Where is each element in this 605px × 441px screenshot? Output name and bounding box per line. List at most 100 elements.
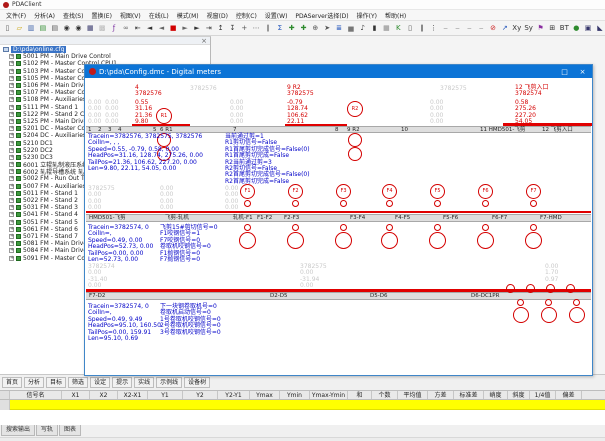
column-header[interactable]: Ymax: [250, 391, 280, 399]
menu-item[interactable]: 设置(W): [261, 11, 292, 20]
menu-item[interactable]: 模式(M): [173, 11, 203, 20]
bar-icon[interactable]: ▮: [369, 22, 380, 34]
k-chart-icon[interactable]: K: [393, 22, 404, 34]
pause-icon[interactable]: ∥: [417, 22, 428, 34]
disk2-icon[interactable]: ▣: [583, 22, 594, 34]
expand-icon[interactable]: +: [9, 169, 14, 174]
page-down-icon[interactable]: ↧: [227, 22, 238, 34]
expand-icon[interactable]: +: [9, 220, 14, 225]
menu-item[interactable]: 操作(Y): [353, 11, 381, 20]
tree-item[interactable]: + 5001 PM - Main Drive Control: [2, 53, 210, 60]
expand-icon[interactable]: +: [9, 133, 14, 138]
expand-icon[interactable]: +: [9, 234, 14, 239]
page-up-icon[interactable]: ↥: [215, 22, 226, 34]
hline3-icon[interactable]: ‒: [464, 22, 475, 34]
expand-icon[interactable]: +: [9, 83, 14, 88]
last-frame-icon[interactable]: ⇥: [203, 22, 214, 34]
find-next-icon[interactable]: ◉: [73, 22, 84, 34]
expand-icon[interactable]: +: [9, 112, 14, 117]
expand-icon[interactable]: +: [9, 227, 14, 232]
open-icon[interactable]: ▱: [14, 22, 25, 34]
menu-item[interactable]: 视窗(D): [203, 11, 232, 20]
menu-item[interactable]: 视图(V): [116, 11, 145, 20]
save-icon[interactable]: ▥: [26, 22, 37, 34]
column-header[interactable]: 标准差: [454, 391, 484, 399]
expand-icon[interactable]: +: [9, 90, 14, 95]
analysis-tab[interactable]: 实线: [134, 377, 154, 388]
menu-item[interactable]: 分析(A): [30, 11, 59, 20]
column-header[interactable]: Y2: [183, 391, 218, 399]
column-header[interactable]: 1/4值: [530, 391, 556, 399]
marker-icon[interactable]: ✚: [286, 22, 297, 34]
expand-icon[interactable]: +: [9, 61, 14, 66]
close-icon[interactable]: ×: [201, 37, 207, 45]
column-header[interactable]: 峭度: [484, 391, 508, 399]
link-icon[interactable]: ∞: [120, 22, 131, 34]
analysis-tab[interactable]: 示例线: [156, 377, 182, 388]
next-frame-icon[interactable]: ►: [180, 22, 191, 34]
hline4-icon[interactable]: ‒: [476, 22, 487, 34]
fast-rewind-icon[interactable]: ◄: [144, 22, 155, 34]
expand-icon[interactable]: +: [9, 76, 14, 81]
expand-icon[interactable]: +: [9, 54, 14, 59]
column-header[interactable]: Y2-Y1: [218, 391, 250, 399]
digital-meters-titlebar[interactable]: D:\pda\Config.dmc - Digital meters □ ×: [85, 65, 592, 78]
crosshair-icon[interactable]: +: [239, 22, 250, 34]
output-tab[interactable]: 搜索输出: [1, 425, 35, 436]
export-icon[interactable]: ▤: [38, 22, 49, 34]
dashed-line-icon[interactable]: ⋯: [251, 22, 262, 34]
new-icon[interactable]: ▯: [2, 22, 13, 34]
column-header[interactable]: 信号名: [10, 391, 62, 399]
column-header[interactable]: Ymax-Ymin: [310, 391, 348, 399]
expand-icon[interactable]: +: [9, 105, 14, 110]
column-header[interactable]: 个数: [372, 391, 398, 399]
sy-icon[interactable]: Sy: [523, 22, 534, 34]
note-icon[interactable]: ♪: [357, 22, 368, 34]
row-selector-cell[interactable]: [0, 400, 10, 410]
xy-icon[interactable]: Xy: [511, 22, 522, 34]
sum-icon[interactable]: Σ: [274, 22, 285, 34]
prev-frame-icon[interactable]: ◄: [156, 22, 167, 34]
analysis-tab[interactable]: 目标: [46, 377, 66, 388]
marker2-icon[interactable]: ✚: [298, 22, 309, 34]
analysis-tab[interactable]: 提示: [112, 377, 132, 388]
output-tab[interactable]: 图表: [59, 425, 81, 436]
hline2-icon[interactable]: ‒: [452, 22, 463, 34]
fast-forward-icon[interactable]: ►: [192, 22, 203, 34]
expand-icon[interactable]: +: [9, 212, 14, 217]
image-icon[interactable]: ▦: [381, 22, 392, 34]
list-icon[interactable]: ≣: [334, 22, 345, 34]
expand-icon[interactable]: +: [9, 205, 14, 210]
pointer-icon[interactable]: ➤: [322, 22, 333, 34]
column-header[interactable]: 偏差: [556, 391, 582, 399]
flag-icon[interactable]: ⚑: [535, 22, 546, 34]
column-header[interactable]: X2: [90, 391, 118, 399]
expand-icon[interactable]: +: [9, 155, 14, 160]
expand-icon[interactable]: +: [9, 162, 14, 167]
zoom-in-icon[interactable]: ⊕: [310, 22, 321, 34]
analysis-tab[interactable]: 首页: [2, 377, 22, 388]
menu-item[interactable]: PDAServer选择(D): [291, 11, 352, 20]
first-frame-icon[interactable]: ⇤: [132, 22, 143, 34]
maximize-button[interactable]: □: [557, 66, 572, 77]
chart-icon[interactable]: ▅: [345, 22, 356, 34]
menu-item[interactable]: 帮助(H): [381, 11, 410, 20]
expand-icon[interactable]: +: [9, 184, 14, 189]
no-entry-icon[interactable]: ⊘: [488, 22, 499, 34]
print-icon[interactable]: ▤: [49, 22, 60, 34]
filter-icon[interactable]: ▩: [97, 22, 108, 34]
column-header[interactable]: X1: [62, 391, 90, 399]
menu-item[interactable]: 查找(S): [59, 11, 88, 20]
doc-icon[interactable]: ▯: [405, 22, 416, 34]
close-button[interactable]: ×: [575, 66, 590, 77]
app-titlebar[interactable]: PDAClient: [0, 0, 605, 10]
analysis-tab[interactable]: 设定: [90, 377, 110, 388]
trend-icon[interactable]: ↗: [499, 22, 510, 34]
expand-icon[interactable]: +: [9, 191, 14, 196]
bt-icon[interactable]: BT: [559, 22, 570, 34]
dual-cursor-icon[interactable]: ∥: [263, 22, 274, 34]
analysis-tab[interactable]: 分析: [24, 377, 44, 388]
expand-icon[interactable]: +: [9, 148, 14, 153]
expand-icon[interactable]: +: [9, 176, 14, 181]
expand-icon[interactable]: +: [9, 198, 14, 203]
